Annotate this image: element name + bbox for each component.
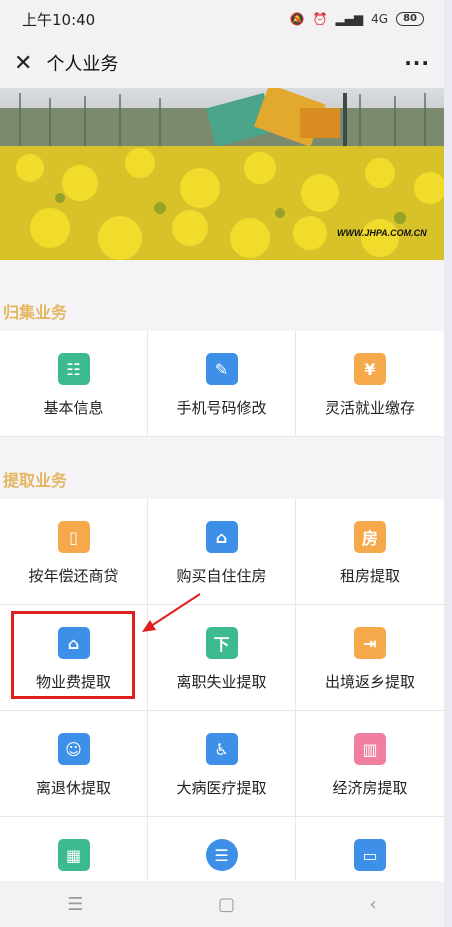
rent-house-icon: 房 (354, 521, 386, 553)
close-icon[interactable]: ✕ (14, 51, 32, 76)
alarm-icon: ⏰ (312, 12, 328, 26)
economic-house-icon: ▥ (354, 733, 386, 765)
id-card-icon: ☷ (57, 353, 90, 385)
pointer-arrow (142, 593, 201, 632)
yen-icon: ¥ (354, 353, 386, 385)
grid-item-label: 租房提取 (339, 567, 400, 585)
grid-item-repay-loan[interactable]: ▯ 按年偿还商贷 (0, 499, 148, 605)
retire-icon: ☺ (57, 733, 90, 765)
collect-grid: ☷ 基本信息 ✎ 手机号码修改 ¥ 灵活就业缴存 (0, 331, 444, 437)
highlight-box (11, 611, 135, 699)
home-icon[interactable]: ▢ (218, 894, 235, 915)
exit-icon: ⇥ (354, 627, 386, 659)
grid-item-label: 基本信息 (43, 399, 104, 417)
grid-item-label: 大病医疗提取 (176, 779, 267, 797)
banner-photo: WWW.JHPA.COM.CN (0, 88, 444, 260)
medical-icon: ♿ (205, 733, 238, 765)
more-options-icon[interactable]: ··· (404, 51, 430, 75)
grid-item-phone-change[interactable]: ✎ 手机号码修改 (148, 331, 296, 437)
grid-item-label: 按年偿还商贷 (28, 567, 119, 585)
withdraw-grid: ▯ 按年偿还商贷 ⌂ 购买自住住房 房 租房提取 ⌂ 物业费提取 下 离职失业提… (0, 499, 444, 923)
network-type: 4G (371, 12, 389, 26)
banner-image[interactable]: WWW.JHPA.COM.CN (0, 88, 444, 260)
grid-item-basic-info[interactable]: ☷ 基本信息 (0, 331, 148, 437)
pencil-icon: ✎ (205, 353, 238, 385)
grid-item-label: 离退休提取 (35, 779, 111, 797)
list-icon: ☰ (205, 839, 238, 871)
mute-icon: 🔕 (289, 12, 305, 26)
grid-item-exit-return[interactable]: ⇥ 出境返乡提取 (296, 605, 444, 711)
grid-item-label: 手机号码修改 (176, 399, 267, 417)
grid-item-label: 出境返乡提取 (324, 673, 415, 691)
signal-icon: ▂▄▆ (335, 12, 364, 26)
clipboard-icon: ▯ (57, 521, 90, 553)
banner-watermark: WWW.JHPA.COM.CN (337, 228, 427, 238)
right-edge (444, 0, 452, 927)
card-icon: ▭ (354, 839, 386, 871)
back-icon[interactable]: ‹ (370, 894, 377, 915)
content: 归集业务 ☷ 基本信息 ✎ 手机号码修改 ¥ 灵活就业缴存 提取业务 ▯ 按年偿… (0, 260, 444, 923)
grid-item-label: 离职失业提取 (176, 673, 267, 691)
page-title: 个人业务 (46, 54, 119, 75)
system-nav-bar: ☰ ▢ ‹ (0, 881, 444, 927)
status-icons: 🔕 ⏰ ▂▄▆ 4G 80 (290, 12, 424, 26)
battery-icon: 80 (396, 12, 424, 26)
grid-item-medical[interactable]: ♿ 大病医疗提取 (148, 711, 296, 817)
grid-item-flexible-deposit[interactable]: ¥ 灵活就业缴存 (296, 331, 444, 437)
title-bar: ✕ 个人业务 ··· (0, 38, 444, 88)
status-bar: 上午10:40 🔕 ⏰ ▂▄▆ 4G 80 (0, 0, 444, 38)
grid-item-label: 经济房提取 (332, 779, 408, 797)
section-title-withdraw: 提取业务 (3, 471, 68, 490)
grid-item-retire[interactable]: ☺ 离退休提取 (0, 711, 148, 817)
grid-item-label: 购买自住住房 (176, 567, 267, 585)
section-title-collect: 归集业务 (3, 303, 68, 322)
grid-item-economic-house[interactable]: ▥ 经济房提取 (296, 711, 444, 817)
apps-icon: ▦ (57, 839, 90, 871)
house-icon: ⌂ (205, 521, 238, 553)
resign-icon: 下 (205, 627, 238, 659)
grid-item-rent[interactable]: 房 租房提取 (296, 499, 444, 605)
grid-item-label: 灵活就业缴存 (324, 399, 415, 417)
menu-icon[interactable]: ☰ (67, 894, 83, 915)
status-time: 上午10:40 (22, 10, 96, 29)
